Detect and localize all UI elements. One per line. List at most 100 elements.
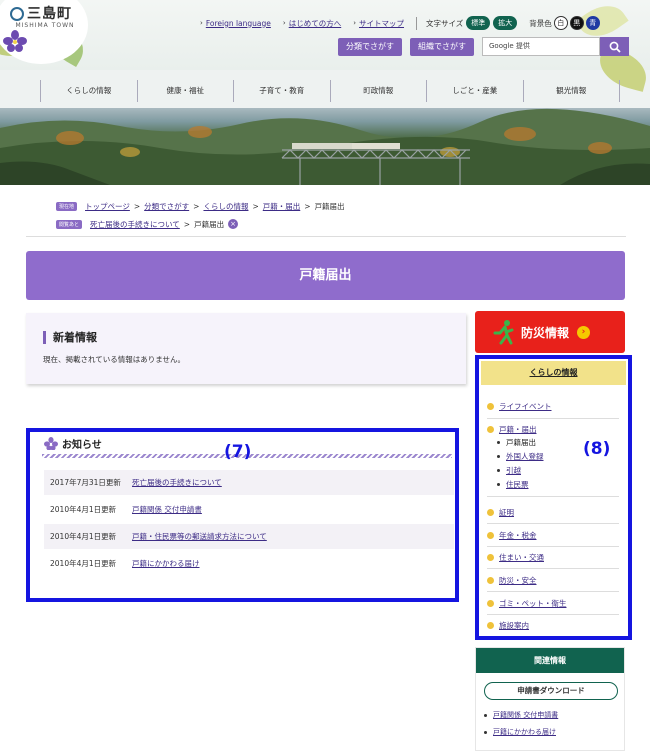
breadcrumb-link-top[interactable]: トップページ — [85, 201, 130, 212]
sidebar-item-label[interactable]: 戸籍・届出 — [499, 424, 537, 435]
bg-color-label: 背景色 — [529, 18, 552, 28]
notices-header: お知らせ — [44, 436, 102, 451]
search-by-category-button[interactable]: 分類でさがす — [338, 37, 402, 56]
sidebar-item-label[interactable]: ライフイベント — [499, 401, 552, 412]
bullet-icon — [484, 730, 487, 734]
breadcrumb-history: 閲覧あと 死亡届後の手続きについて > 戸籍届出 × — [56, 216, 345, 232]
sidebar-item-garbage-pets[interactable]: ゴミ・ペット・衛生 — [487, 596, 619, 610]
bg-white-button[interactable]: 白 — [553, 16, 568, 30]
sidebar-subitem-label[interactable]: 住民票 — [506, 479, 529, 490]
sidebar-subitem-moving[interactable]: 引越 — [497, 464, 521, 477]
download-forms-button[interactable]: 申請書ダウンロード — [484, 682, 618, 700]
sidebar-subitem-label[interactable]: 引越 — [506, 465, 521, 476]
gnav-item-government[interactable]: 町政情報 — [329, 80, 427, 102]
sidebar-subitem-label: 戸籍届出 — [506, 438, 536, 447]
notice-date: 2017年7月31日更新 — [50, 478, 121, 487]
related-link-item[interactable]: 戸籍にかかわる届け — [484, 727, 556, 737]
separator: > — [183, 219, 191, 229]
divider — [487, 614, 619, 615]
bullet-icon — [497, 455, 500, 458]
search-button[interactable] — [600, 37, 629, 56]
notice-link[interactable]: 戸籍関係 交付申請書 — [132, 504, 202, 515]
sidebar-item-pension-tax[interactable]: 年金・税金 — [487, 528, 619, 542]
header-landscape-photo — [0, 108, 650, 185]
living-info-sidebar: くらしの情報 (8) ライフイベント 戸籍・届出 戸籍届出 外国人登録 引越 住… — [475, 355, 632, 640]
separator: > — [133, 201, 141, 211]
disaster-info-button[interactable]: 防災情報 › — [475, 311, 625, 353]
sidebar-item-label[interactable]: 施設案内 — [499, 620, 529, 631]
flower-icon — [44, 437, 58, 450]
sidebar-item-safety[interactable]: 防災・安全 — [487, 573, 619, 587]
sidebar-heading[interactable]: くらしの情報 — [481, 361, 626, 385]
sidebar-item-housing-traffic[interactable]: 住まい・交通 — [487, 550, 619, 564]
sidebar-subitem-label[interactable]: 外国人登録 — [506, 451, 544, 462]
notice-link[interactable]: 戸籍にかかわる届け — [132, 558, 200, 569]
divider — [416, 16, 418, 30]
notices-panel: お知らせ (7) 2017年7月31日更新 死亡届後の手続きについて 2010年… — [26, 428, 459, 602]
bullet-icon — [487, 425, 494, 433]
annotation-label: (7) — [224, 442, 252, 462]
bg-black-button[interactable]: 黒 — [569, 16, 584, 30]
sidebar-item-label[interactable]: 防災・安全 — [499, 575, 537, 586]
sidebar-item-life-event[interactable]: ライフイベント — [487, 399, 619, 413]
sidebar-item-certificate[interactable]: 証明 — [487, 505, 619, 519]
link-first-visit[interactable]: はじめての方へ — [289, 18, 342, 29]
related-link-item[interactable]: 戸籍関係 交付申請書 — [484, 710, 558, 720]
notice-row: 2010年4月1日更新 戸籍関係 交付申請書 — [44, 497, 454, 523]
divider — [487, 418, 619, 419]
chevron-right-icon: › — [353, 19, 357, 27]
bg-blue-button[interactable]: 青 — [585, 16, 600, 30]
chevron-right-icon: › — [577, 325, 591, 339]
related-link[interactable]: 戸籍にかかわる届け — [493, 727, 556, 737]
sidebar-heading-label: くらしの情報 — [529, 368, 578, 377]
link-foreign-language[interactable]: Foreign language — [206, 19, 271, 28]
gnav-item-tourism[interactable]: 観光情報 — [522, 80, 620, 102]
sidebar-subitem-current: 戸籍届出 — [497, 436, 536, 449]
disaster-info-label: 防災情報 — [521, 325, 570, 340]
related-info-panel: 関連情報 申請書ダウンロード 戸籍関係 交付申請書 戸籍にかかわる届け — [475, 647, 625, 751]
close-icon[interactable]: × — [228, 219, 239, 229]
gnav-item-work[interactable]: しごと・産業 — [426, 80, 523, 102]
sidebar-item-label[interactable]: 住まい・交通 — [499, 552, 544, 563]
search-row: 分類でさがす 組織でさがす Google 提供 — [338, 37, 629, 56]
search-input[interactable]: Google 提供 — [482, 37, 600, 56]
divider — [487, 546, 619, 547]
notice-date: 2010年4月1日更新 — [50, 505, 117, 514]
gnav-item-education[interactable]: 子育て・教育 — [233, 80, 330, 102]
page-title: 戸籍届出 — [26, 251, 625, 300]
breadcrumb-link-family-register[interactable]: 戸籍・届出 — [263, 201, 301, 212]
related-link[interactable]: 戸籍関係 交付申請書 — [493, 710, 558, 720]
breadcrumb: 現在地 トップページ > 分類でさがす > くらしの情報 > 戸籍・届出 > 戸… — [56, 198, 345, 232]
header-band — [0, 0, 650, 70]
font-size-normal-button[interactable]: 標準 — [466, 16, 491, 30]
logo-mark-icon — [10, 7, 24, 21]
sidebar-item-family-register[interactable]: 戸籍・届出 — [487, 422, 619, 436]
breadcrumb-history-current: 戸籍届出 — [194, 219, 225, 229]
gnav-item-living[interactable]: くらしの情報 — [40, 80, 137, 102]
sidebar-item-label[interactable]: 年金・税金 — [499, 530, 537, 541]
sidebar-subitem-foreigner[interactable]: 外国人登録 — [497, 450, 544, 463]
gnav-item-health[interactable]: 健康・福祉 — [136, 80, 234, 102]
breadcrumb-link-living[interactable]: くらしの情報 — [203, 201, 248, 212]
breadcrumb-history-link[interactable]: 死亡届後の手続きについて — [90, 219, 180, 230]
sidebar-item-label[interactable]: ゴミ・ペット・衛生 — [499, 598, 567, 609]
sidebar-item-label[interactable]: 証明 — [499, 507, 514, 518]
font-size-label: 文字サイズ — [426, 18, 464, 28]
breadcrumb-link-category[interactable]: 分類でさがす — [144, 201, 189, 212]
bullet-icon — [487, 508, 494, 516]
notice-link[interactable]: 死亡届後の手続きについて — [132, 477, 222, 488]
divider — [487, 568, 619, 569]
chevron-right-icon: › — [282, 19, 286, 27]
sidebar-subitem-resident-record[interactable]: 住民票 — [497, 478, 529, 491]
notice-row: 2017年7月31日更新 死亡届後の手続きについて — [44, 470, 454, 496]
notice-link[interactable]: 戸籍・住民票等の郵送請求方法について — [132, 531, 267, 542]
separator: > — [193, 201, 200, 211]
font-size-large-button[interactable]: 拡大 — [493, 16, 518, 30]
link-sitemap[interactable]: サイトマップ — [359, 18, 404, 29]
bullet-icon — [497, 469, 500, 472]
flower-icon — [3, 30, 27, 52]
emergency-exit-icon — [493, 320, 514, 345]
annotation-label: (8) — [583, 439, 611, 459]
search-by-org-button[interactable]: 組織でさがす — [410, 37, 474, 56]
sidebar-item-facilities[interactable]: 施設案内 — [487, 618, 619, 632]
